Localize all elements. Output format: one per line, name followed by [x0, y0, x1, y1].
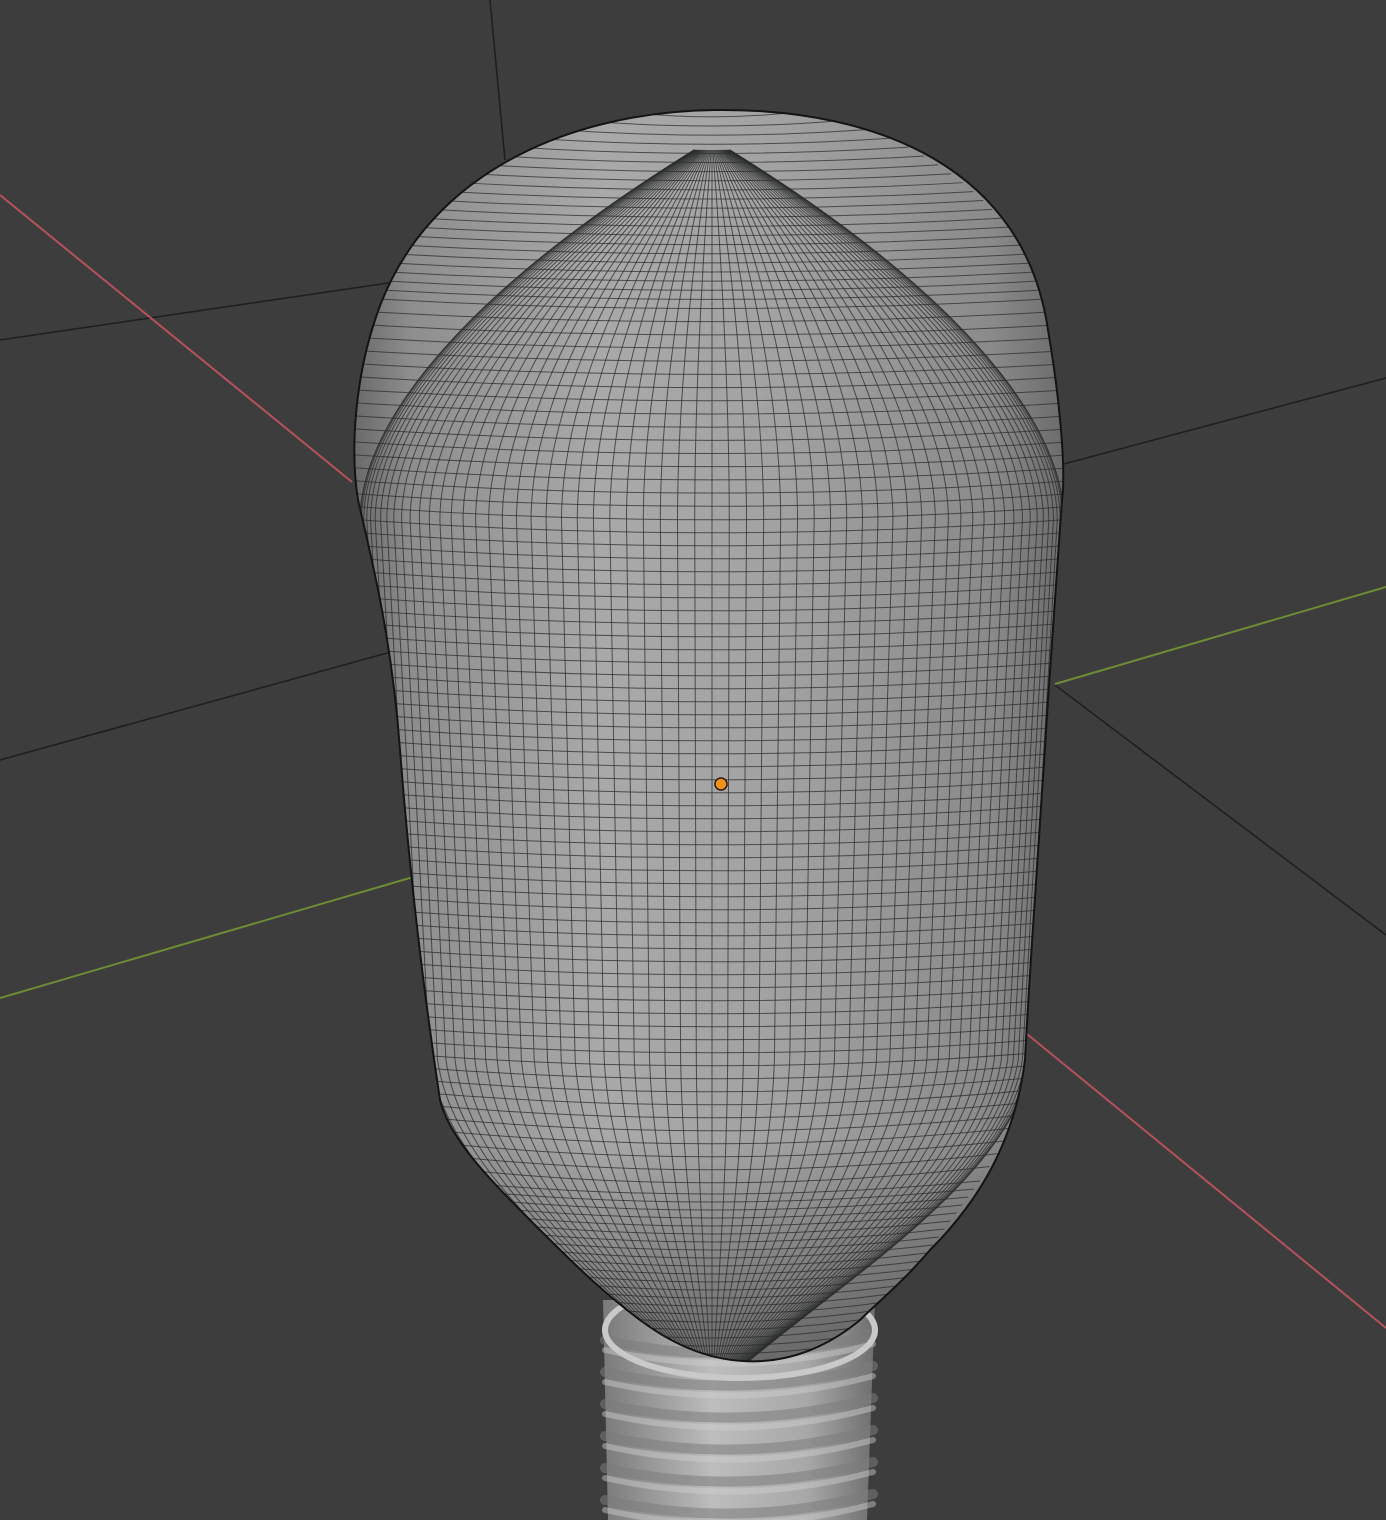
- viewport-canvas[interactable]: [0, 0, 1386, 1520]
- y-axis-line: [1054, 586, 1386, 685]
- grid-line: [1054, 684, 1386, 936]
- grid-line: [0, 649, 399, 761]
- grid-line: [1059, 377, 1386, 466]
- grid-line: [489, 0, 506, 161]
- x-axis-line: [0, 194, 353, 483]
- origin-dot: [714, 777, 728, 791]
- y-axis-line: [0, 874, 421, 999]
- glass-bulb[interactable]: [317, 108, 1107, 1386]
- object-origin-point[interactable]: [714, 777, 728, 791]
- grid-line: [0, 281, 396, 341]
- 3d-viewport[interactable]: [0, 0, 1386, 1520]
